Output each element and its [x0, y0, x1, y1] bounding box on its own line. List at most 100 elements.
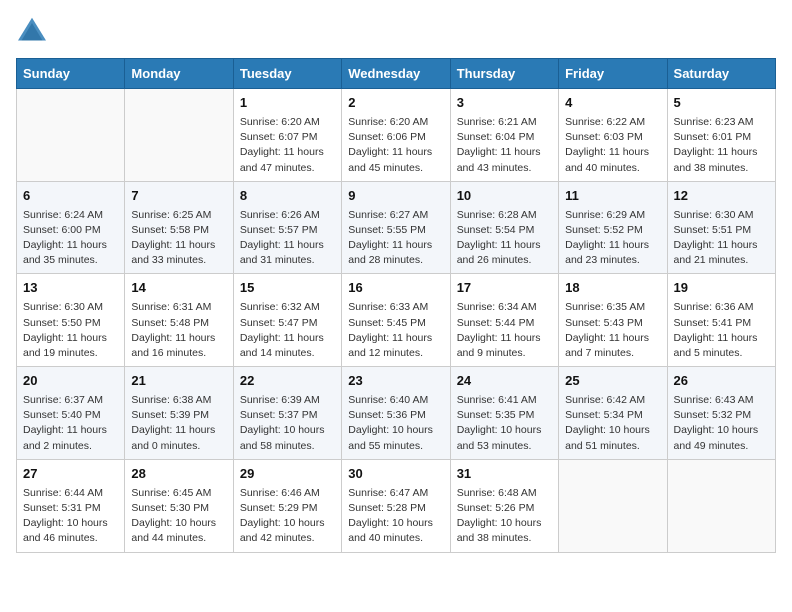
- calendar-week: 27 Sunrise: 6:44 AM Sunset: 5:31 PM Dayli…: [17, 459, 776, 552]
- day-info: Sunrise: 6:21 AM Sunset: 6:04 PM Dayligh…: [457, 115, 552, 176]
- day-info: Sunrise: 6:26 AM Sunset: 5:57 PM Dayligh…: [240, 208, 335, 269]
- calendar-day: 22 Sunrise: 6:39 AM Sunset: 5:37 PM Dayli…: [233, 367, 341, 460]
- calendar-day: [17, 89, 125, 182]
- day-info: Sunrise: 6:29 AM Sunset: 5:52 PM Dayligh…: [565, 208, 660, 269]
- calendar-day: 25Sunrise: 6:42 AM Sunset: 5:34 PM Dayli…: [559, 367, 667, 460]
- calendar-day: 29 Sunrise: 6:46 AM Sunset: 5:29 PM Dayli…: [233, 459, 341, 552]
- calendar-day: 17 Sunrise: 6:34 AM Sunset: 5:44 PM Dayli…: [450, 274, 558, 367]
- calendar-day: 20 Sunrise: 6:37 AM Sunset: 5:40 PM Dayli…: [17, 367, 125, 460]
- calendar-day: 18Sunrise: 6:35 AM Sunset: 5:43 PM Dayli…: [559, 274, 667, 367]
- day-number: 28: [131, 465, 226, 484]
- day-number: 10: [457, 187, 552, 206]
- header-row: SundayMondayTuesdayWednesdayThursdayFrid…: [17, 59, 776, 89]
- day-number: 6: [23, 187, 118, 206]
- calendar-day: 13 Sunrise: 6:30 AM Sunset: 5:50 PM Dayli…: [17, 274, 125, 367]
- day-info: Sunrise: 6:45 AM Sunset: 5:30 PM Dayligh…: [131, 486, 226, 547]
- calendar-day: 2 Sunrise: 6:20 AM Sunset: 6:06 PM Daylig…: [342, 89, 450, 182]
- day-info: Sunrise: 6:39 AM Sunset: 5:37 PM Dayligh…: [240, 393, 335, 454]
- day-number: 15: [240, 279, 335, 298]
- day-info: Sunrise: 6:31 AM Sunset: 5:48 PM Dayligh…: [131, 300, 226, 361]
- day-info: Sunrise: 6:46 AM Sunset: 5:29 PM Dayligh…: [240, 486, 335, 547]
- day-number: 22: [240, 372, 335, 391]
- header-day: Friday: [559, 59, 667, 89]
- day-info: Sunrise: 6:23 AM Sunset: 6:01 PM Dayligh…: [674, 115, 769, 176]
- calendar-day: 15 Sunrise: 6:32 AM Sunset: 5:47 PM Dayli…: [233, 274, 341, 367]
- day-number: 30: [348, 465, 443, 484]
- day-number: 23: [348, 372, 443, 391]
- header-day: Sunday: [17, 59, 125, 89]
- day-number: 12: [674, 187, 769, 206]
- day-number: 13: [23, 279, 118, 298]
- day-info: Sunrise: 6:34 AM Sunset: 5:44 PM Dayligh…: [457, 300, 552, 361]
- day-info: Sunrise: 6:30 AM Sunset: 5:50 PM Dayligh…: [23, 300, 118, 361]
- day-info: Sunrise: 6:43 AM Sunset: 5:32 PM Dayligh…: [674, 393, 769, 454]
- day-number: 8: [240, 187, 335, 206]
- calendar-day: 5 Sunrise: 6:23 AM Sunset: 6:01 PM Daylig…: [667, 89, 775, 182]
- day-number: 3: [457, 94, 552, 113]
- calendar-day: 6 Sunrise: 6:24 AM Sunset: 6:00 PM Daylig…: [17, 181, 125, 274]
- calendar-day: 9Sunrise: 6:27 AM Sunset: 5:55 PM Daylig…: [342, 181, 450, 274]
- page-header: [16, 16, 776, 44]
- calendar-week: 6 Sunrise: 6:24 AM Sunset: 6:00 PM Daylig…: [17, 181, 776, 274]
- day-info: Sunrise: 6:37 AM Sunset: 5:40 PM Dayligh…: [23, 393, 118, 454]
- day-number: 2: [348, 94, 443, 113]
- calendar-day: 11 Sunrise: 6:29 AM Sunset: 5:52 PM Dayli…: [559, 181, 667, 274]
- calendar-header: SundayMondayTuesdayWednesdayThursdayFrid…: [17, 59, 776, 89]
- calendar-day: 26 Sunrise: 6:43 AM Sunset: 5:32 PM Dayli…: [667, 367, 775, 460]
- logo-icon: [16, 16, 48, 44]
- calendar-day: 21Sunrise: 6:38 AM Sunset: 5:39 PM Dayli…: [125, 367, 233, 460]
- day-number: 27: [23, 465, 118, 484]
- calendar-table: SundayMondayTuesdayWednesdayThursdayFrid…: [16, 58, 776, 553]
- day-number: 25: [565, 372, 660, 391]
- day-info: Sunrise: 6:38 AM Sunset: 5:39 PM Dayligh…: [131, 393, 226, 454]
- day-number: 11: [565, 187, 660, 206]
- calendar-day: 16 Sunrise: 6:33 AM Sunset: 5:45 PM Dayli…: [342, 274, 450, 367]
- day-info: Sunrise: 6:35 AM Sunset: 5:43 PM Dayligh…: [565, 300, 660, 361]
- calendar-day: 23 Sunrise: 6:40 AM Sunset: 5:36 PM Dayli…: [342, 367, 450, 460]
- calendar-day: [559, 459, 667, 552]
- calendar-body: 1Sunrise: 6:20 AM Sunset: 6:07 PM Daylig…: [17, 89, 776, 553]
- calendar-day: 28 Sunrise: 6:45 AM Sunset: 5:30 PM Dayli…: [125, 459, 233, 552]
- header-day: Thursday: [450, 59, 558, 89]
- day-info: Sunrise: 6:24 AM Sunset: 6:00 PM Dayligh…: [23, 208, 118, 269]
- calendar-day: 1Sunrise: 6:20 AM Sunset: 6:07 PM Daylig…: [233, 89, 341, 182]
- calendar-day: [667, 459, 775, 552]
- day-number: 20: [23, 372, 118, 391]
- header-day: Saturday: [667, 59, 775, 89]
- calendar-day: 19Sunrise: 6:36 AM Sunset: 5:41 PM Dayli…: [667, 274, 775, 367]
- day-info: Sunrise: 6:44 AM Sunset: 5:31 PM Dayligh…: [23, 486, 118, 547]
- calendar-day: [125, 89, 233, 182]
- day-info: Sunrise: 6:25 AM Sunset: 5:58 PM Dayligh…: [131, 208, 226, 269]
- calendar-day: 12 Sunrise: 6:30 AM Sunset: 5:51 PM Dayli…: [667, 181, 775, 274]
- day-info: Sunrise: 6:30 AM Sunset: 5:51 PM Dayligh…: [674, 208, 769, 269]
- day-number: 31: [457, 465, 552, 484]
- logo: [16, 16, 52, 44]
- day-number: 1: [240, 94, 335, 113]
- day-info: Sunrise: 6:36 AM Sunset: 5:41 PM Dayligh…: [674, 300, 769, 361]
- day-number: 14: [131, 279, 226, 298]
- calendar-week: 13 Sunrise: 6:30 AM Sunset: 5:50 PM Dayli…: [17, 274, 776, 367]
- day-number: 26: [674, 372, 769, 391]
- calendar-day: 30 Sunrise: 6:47 AM Sunset: 5:28 PM Dayli…: [342, 459, 450, 552]
- day-number: 16: [348, 279, 443, 298]
- day-info: Sunrise: 6:40 AM Sunset: 5:36 PM Dayligh…: [348, 393, 443, 454]
- day-number: 7: [131, 187, 226, 206]
- day-number: 9: [348, 187, 443, 206]
- header-day: Tuesday: [233, 59, 341, 89]
- calendar-day: 3 Sunrise: 6:21 AM Sunset: 6:04 PM Daylig…: [450, 89, 558, 182]
- day-number: 17: [457, 279, 552, 298]
- day-info: Sunrise: 6:33 AM Sunset: 5:45 PM Dayligh…: [348, 300, 443, 361]
- day-number: 5: [674, 94, 769, 113]
- day-info: Sunrise: 6:28 AM Sunset: 5:54 PM Dayligh…: [457, 208, 552, 269]
- calendar-day: 7 Sunrise: 6:25 AM Sunset: 5:58 PM Daylig…: [125, 181, 233, 274]
- calendar-week: 20 Sunrise: 6:37 AM Sunset: 5:40 PM Dayli…: [17, 367, 776, 460]
- calendar-day: 14 Sunrise: 6:31 AM Sunset: 5:48 PM Dayli…: [125, 274, 233, 367]
- day-info: Sunrise: 6:32 AM Sunset: 5:47 PM Dayligh…: [240, 300, 335, 361]
- calendar-day: 31Sunrise: 6:48 AM Sunset: 5:26 PM Dayli…: [450, 459, 558, 552]
- day-info: Sunrise: 6:41 AM Sunset: 5:35 PM Dayligh…: [457, 393, 552, 454]
- calendar-day: 10 Sunrise: 6:28 AM Sunset: 5:54 PM Dayli…: [450, 181, 558, 274]
- day-info: Sunrise: 6:47 AM Sunset: 5:28 PM Dayligh…: [348, 486, 443, 547]
- day-number: 29: [240, 465, 335, 484]
- day-info: Sunrise: 6:20 AM Sunset: 6:06 PM Dayligh…: [348, 115, 443, 176]
- calendar-week: 1Sunrise: 6:20 AM Sunset: 6:07 PM Daylig…: [17, 89, 776, 182]
